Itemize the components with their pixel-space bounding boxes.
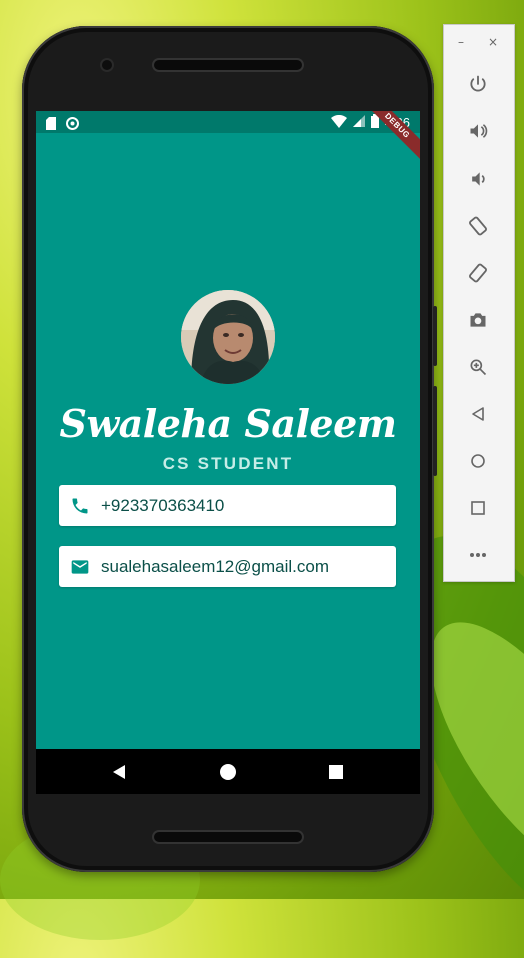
email-icon <box>69 556 91 578</box>
power-side-button <box>433 306 437 366</box>
more-icon[interactable] <box>464 541 492 569</box>
phone-frame: 4:36 DEBUG Swaleha Saleem CS <box>22 26 437 872</box>
emulator-toolbar: – × <box>443 24 515 582</box>
avatar[interactable] <box>181 290 275 384</box>
app-content: Swaleha Saleem CS STUDENT +923370363410 … <box>36 133 420 749</box>
minimize-button[interactable]: – <box>458 35 464 49</box>
signal-icon <box>352 115 365 130</box>
volume-down-icon[interactable] <box>464 165 492 193</box>
email-card[interactable]: sualehasaleem12@gmail.com <box>59 546 396 587</box>
rotate-right-icon[interactable] <box>464 259 492 287</box>
profile-title: CS STUDENT <box>162 454 294 473</box>
device-screen: 4:36 DEBUG Swaleha Saleem CS <box>36 111 420 794</box>
top-speaker <box>154 60 302 70</box>
camera-icon[interactable] <box>464 306 492 334</box>
sync-icon <box>66 115 79 134</box>
nav-home-icon[interactable] <box>219 763 237 781</box>
zoom-icon[interactable] <box>464 353 492 381</box>
status-bar-left <box>46 115 79 134</box>
volume-side-button <box>433 386 437 476</box>
rotate-left-icon[interactable] <box>464 212 492 240</box>
nav-back-icon[interactable] <box>111 763 129 781</box>
profile-name: Swaleha Saleem <box>59 401 397 446</box>
front-camera <box>102 60 112 70</box>
bottom-speaker <box>154 832 302 842</box>
email-address: sualehasaleem12@gmail.com <box>101 556 329 576</box>
back-icon[interactable] <box>464 400 492 428</box>
phone-icon <box>69 495 91 517</box>
sd-card-icon <box>46 115 56 134</box>
home-icon[interactable] <box>464 447 492 475</box>
status-bar: 4:36 DEBUG <box>36 111 420 163</box>
overview-icon[interactable] <box>464 494 492 522</box>
power-icon[interactable] <box>464 70 492 98</box>
volume-up-icon[interactable] <box>464 117 492 145</box>
phone-number: +923370363410 <box>101 495 225 515</box>
wifi-icon <box>330 114 347 131</box>
nav-overview-icon[interactable] <box>327 763 345 781</box>
navigation-bar <box>36 749 420 794</box>
phone-card[interactable]: +923370363410 <box>59 485 396 526</box>
close-button[interactable]: × <box>488 35 498 49</box>
